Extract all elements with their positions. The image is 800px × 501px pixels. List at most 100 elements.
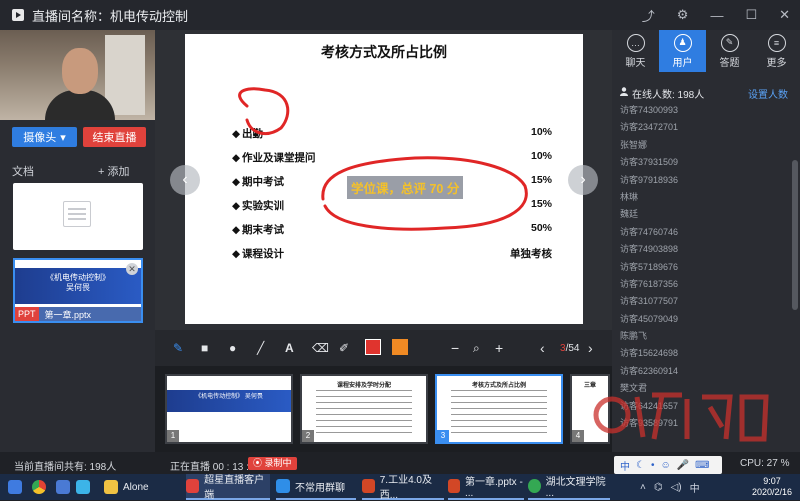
user-list-item[interactable]: 林琳	[612, 189, 792, 206]
taskbar-item-live-client[interactable]: 超星直播客户端	[186, 474, 270, 501]
left-panel: 摄像头 ▾ 结束直播 文档 + 添加 《机电传动控制》 吴何畏 ✕ PPT 第一…	[0, 30, 155, 452]
taskbar-item-pptx[interactable]: 第一章.pptx - ...	[448, 474, 524, 500]
total-viewers: 当前直播间共有: 198人	[14, 462, 117, 473]
title-bar: 直播间名称：机电传动控制 ⤴ ⚙ — ☐ ✕	[0, 0, 800, 30]
user-list-item[interactable]: 访客74760746	[612, 224, 792, 241]
zoom-out-button[interactable]: −	[451, 340, 459, 356]
taskbar-item-doc[interactable]: 7.工业4.0及西...	[362, 474, 444, 501]
pen-icon: ✎	[720, 33, 739, 52]
user-list-item[interactable]: 张智娜	[612, 137, 792, 154]
chrome-icon[interactable]	[32, 474, 46, 500]
cpu-usage: CPU: 27 %	[740, 458, 790, 469]
page-indicator: 3/54	[560, 342, 580, 354]
document-icon	[63, 201, 91, 227]
dot-icon: •	[650, 459, 655, 471]
online-count-bar: 在线人数: 198人 设置人数	[612, 82, 800, 102]
user-list-item[interactable]: 访客62360914	[612, 363, 792, 380]
app-icon[interactable]	[76, 474, 90, 500]
user-list-item[interactable]: 访客97918936	[612, 172, 792, 189]
user-list-item[interactable]: 访客76187356	[612, 276, 792, 293]
app-logo-icon	[12, 9, 24, 21]
window-controls: ⤴ ⚙ — ☐ ✕	[642, 0, 790, 30]
add-doc-button[interactable]: + 添加	[98, 163, 129, 179]
thumbnail[interactable]: 课程安排及学时分配 2	[300, 374, 428, 444]
clear-icon[interactable]: ✐	[339, 340, 349, 356]
text-icon[interactable]: A	[285, 340, 294, 356]
user-list-scrollbar[interactable]	[792, 160, 798, 310]
online-count: 在线人数: 198人	[632, 90, 705, 101]
taskbar-item-browser[interactable]: 湖北文理学院 ...	[528, 474, 610, 500]
chevron-up-icon: ˄	[640, 481, 646, 493]
taskbar-item-chat[interactable]: 不常用群聊	[276, 474, 356, 500]
next-slide-button[interactable]: ›	[568, 165, 598, 195]
user-list-item[interactable]: 访客57189676	[612, 259, 792, 276]
start-icon[interactable]	[8, 474, 22, 500]
slide-stage: 考核方式及所占比例 ◆ 出勤 10% ◆ 作业及课堂提问 10% ◆ 期中考试 15% ◆ 实…	[155, 30, 612, 330]
thumbnail[interactable]: 考核方式及所占比例 3	[435, 374, 563, 444]
ime-mode: 中	[620, 461, 630, 473]
user-list-item[interactable]: 陈鹏飞	[612, 328, 792, 345]
circle-icon[interactable]: ●	[229, 340, 236, 356]
moon-icon: ☾	[636, 459, 645, 471]
ppt-filename: 第一章.pptx	[44, 309, 92, 320]
zoom-icon[interactable]: ⌕	[473, 340, 480, 356]
zoom-in-button[interactable]: +	[495, 340, 503, 356]
slide: 考核方式及所占比例 ◆ 出勤 10% ◆ 作业及课堂提问 10% ◆ 期中考试 15% ◆ 实…	[185, 34, 583, 324]
window-title: 直播间名称：机电传动控制	[32, 8, 189, 24]
user-list-item[interactable]: 访客74903898	[612, 241, 792, 258]
ime-toolbar[interactable]: 中 ☾ • ☺ 🎤 ⌨	[614, 456, 722, 474]
ime-tray-icon: 中	[689, 483, 700, 495]
tray-icons[interactable]: ˄ ⌬ ◁) 中	[640, 474, 700, 500]
page-prev-button[interactable]: ‹	[540, 340, 545, 356]
close-icon[interactable]: ✕	[779, 7, 790, 23]
share-icon[interactable]: ⤴	[642, 6, 655, 25]
network-icon: ⌬	[653, 481, 663, 493]
tab-more[interactable]: ≡ 更多	[753, 30, 800, 72]
volume-icon: ◁)	[670, 481, 682, 493]
camera-button-label: 摄像头	[23, 132, 57, 144]
tab-chat[interactable]: … 聊天	[612, 30, 659, 72]
color-red-swatch[interactable]	[365, 339, 381, 355]
user-list-item[interactable]: 访客74300993	[612, 102, 792, 119]
camera-preview	[0, 30, 155, 120]
tab-quiz[interactable]: ✎ 答题	[706, 30, 753, 72]
user-list-item[interactable]: 访客45079049	[612, 311, 792, 328]
tab-users[interactable]: ♟ 用户	[659, 30, 706, 72]
clock[interactable]: 9:07 2020/2/16	[752, 476, 792, 498]
thumbnail-strip: 《机电传动控制》 吴何畏 1 课程安排及学时分配 2 考核方式及所占比例 3 三…	[155, 366, 612, 452]
line-icon[interactable]: ╱	[257, 340, 264, 356]
user-list-item[interactable]: 访客31077507	[612, 293, 792, 310]
eraser-icon[interactable]: ⌫	[312, 340, 329, 356]
user-list-item[interactable]: 魏廷	[612, 206, 792, 223]
maximize-icon[interactable]: ☐	[745, 7, 757, 23]
ppt-preview-title: 《机电传动控制》 吴何畏	[46, 273, 110, 292]
ppt-doc-tag: PPT 第一章.pptx	[15, 307, 141, 321]
user-list-item[interactable]: 访客37931509	[612, 154, 792, 171]
user-list-item[interactable]: 访客23472701	[612, 119, 792, 136]
blank-doc-card[interactable]	[13, 183, 143, 250]
user-icon	[620, 87, 628, 96]
taskbar: Alone 超星直播客户端 不常用群聊 7.工业4.0及西... 第一章.ppt…	[0, 474, 800, 501]
minimize-icon[interactable]: —	[710, 8, 723, 23]
color-orange-swatch[interactable]	[392, 339, 408, 355]
page-next-button[interactable]: ›	[588, 340, 593, 356]
camera-button[interactable]: 摄像头 ▾	[12, 127, 77, 147]
set-count-link[interactable]: 设置人数	[748, 86, 788, 101]
taskbar-item-alone[interactable]: Alone	[104, 474, 174, 500]
pen-icon[interactable]: ✎	[173, 340, 183, 356]
emoji-icon: ☺	[660, 459, 671, 471]
ppt-badge: PPT	[15, 307, 39, 321]
chevron-down-icon: ▾	[60, 131, 66, 144]
ppt-doc-card[interactable]: 《机电传动控制》 吴何畏 ✕ PPT 第一章.pptx	[13, 258, 143, 323]
rectangle-icon[interactable]: ■	[201, 340, 208, 356]
user-list-item[interactable]: 访客15624698	[612, 345, 792, 362]
remove-doc-icon[interactable]: ✕	[126, 263, 138, 275]
prev-slide-button[interactable]: ‹	[170, 165, 200, 195]
gear-icon[interactable]: ⚙	[677, 7, 689, 23]
app-icon[interactable]	[56, 474, 70, 500]
thumbnail[interactable]: 《机电传动控制》 吴何畏 1	[165, 374, 293, 444]
recording-badge: ⦿ 录制中	[248, 457, 297, 470]
end-live-button[interactable]: 结束直播	[83, 127, 146, 147]
menu-icon: ≡	[767, 33, 786, 52]
record-icon: ⦿	[253, 458, 263, 468]
